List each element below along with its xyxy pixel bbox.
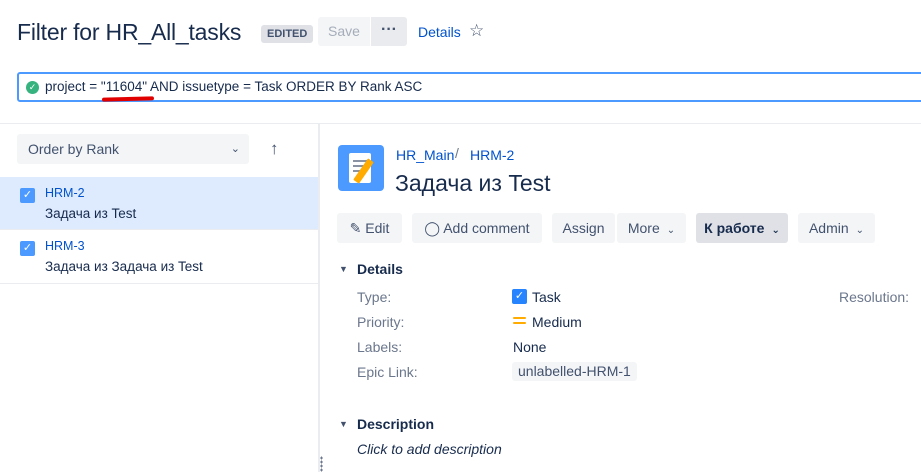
list-item[interactable]: ✓ HRM-2 Задача из Test [0, 177, 318, 230]
header-divider [0, 123, 921, 124]
resize-handle-icon[interactable] [320, 456, 323, 472]
admin-label: Admin [808, 220, 849, 236]
admin-button[interactable]: Admin ⌄ [798, 213, 875, 243]
task-type-icon: ✓ [512, 289, 527, 304]
save-button[interactable]: Save [318, 17, 370, 46]
breadcrumb-separator: / [455, 145, 459, 161]
epic-link-lozenge[interactable]: unlabelled-HRM-1 [512, 362, 637, 381]
issue-summary: Задача из Задача из Test [45, 259, 203, 274]
chevron-down-icon: ⌄ [855, 225, 865, 236]
star-icon[interactable]: ☆ [469, 21, 484, 41]
comment-icon: ◯ [424, 220, 441, 236]
priority-label: Priority: [357, 314, 405, 330]
type-label: Type: [357, 289, 392, 305]
issue-key-link[interactable]: HRM-3 [45, 239, 85, 253]
breadcrumb-issue-key-link[interactable]: HRM-2 [470, 147, 514, 163]
assign-button[interactable]: Assign [552, 213, 615, 243]
resolution-label: Resolution: [839, 289, 910, 305]
more-label: More [627, 220, 660, 236]
order-by-select[interactable]: Order by Rank ⌄ [17, 134, 249, 164]
page-title: Filter for HR_All_tasks [17, 19, 242, 45]
add-comment-label: Add comment [443, 220, 530, 236]
priority-value: Medium [532, 314, 582, 330]
details-heading: Details [357, 261, 403, 277]
edit-button[interactable]: ✎ Edit [337, 213, 402, 243]
labels-label: Labels: [357, 339, 403, 355]
issue-key-link[interactable]: HRM-2 [45, 186, 85, 200]
type-value: Task [532, 289, 561, 305]
edited-lozenge: EDITED [261, 25, 314, 43]
collapse-toggle-icon[interactable]: ▼ [339, 419, 348, 429]
description-placeholder[interactable]: Click to add description [357, 441, 502, 457]
chevron-down-icon: ⌄ [771, 225, 780, 236]
chevron-down-icon: ⌄ [230, 143, 240, 155]
edit-label: Edit [365, 220, 390, 236]
more-button[interactable]: More ⌄ [617, 213, 686, 243]
chevron-down-icon: ⌄ [666, 225, 676, 236]
epic-link-label: Epic Link: [357, 364, 418, 380]
jql-query-text: project = "11604" AND issuetype = Task O… [45, 79, 423, 94]
checkbox-icon: ✓ [20, 241, 35, 256]
add-comment-button[interactable]: ◯ Add comment [412, 213, 542, 243]
list-item[interactable]: ✓ HRM-3 Задача из Задача из Test [0, 230, 318, 284]
priority-medium-icon [513, 317, 526, 327]
checkbox-icon: ✓ [20, 188, 35, 203]
details-link[interactable]: Details [418, 24, 461, 40]
panel-divider[interactable] [318, 123, 320, 472]
order-by-label: Order by Rank [28, 141, 120, 157]
check-circle-icon: ✓ [26, 81, 39, 94]
pencil-icon: ✎ [349, 220, 362, 236]
transition-label: К работе [704, 220, 765, 236]
arrow-up-icon[interactable]: ↑ [270, 139, 279, 159]
transition-button[interactable]: К работе ⌄ [696, 213, 788, 243]
issue-summary: Задача из Test [45, 206, 137, 221]
labels-value[interactable]: None [513, 339, 546, 355]
collapse-toggle-icon[interactable]: ▼ [339, 264, 348, 274]
more-options-button[interactable]: ··· [371, 17, 407, 46]
breadcrumb-project-link[interactable]: HR_Main [396, 147, 454, 163]
description-heading: Description [357, 416, 435, 432]
issue-title: Задача из Test [395, 170, 551, 196]
story-pencil-icon [338, 145, 384, 191]
